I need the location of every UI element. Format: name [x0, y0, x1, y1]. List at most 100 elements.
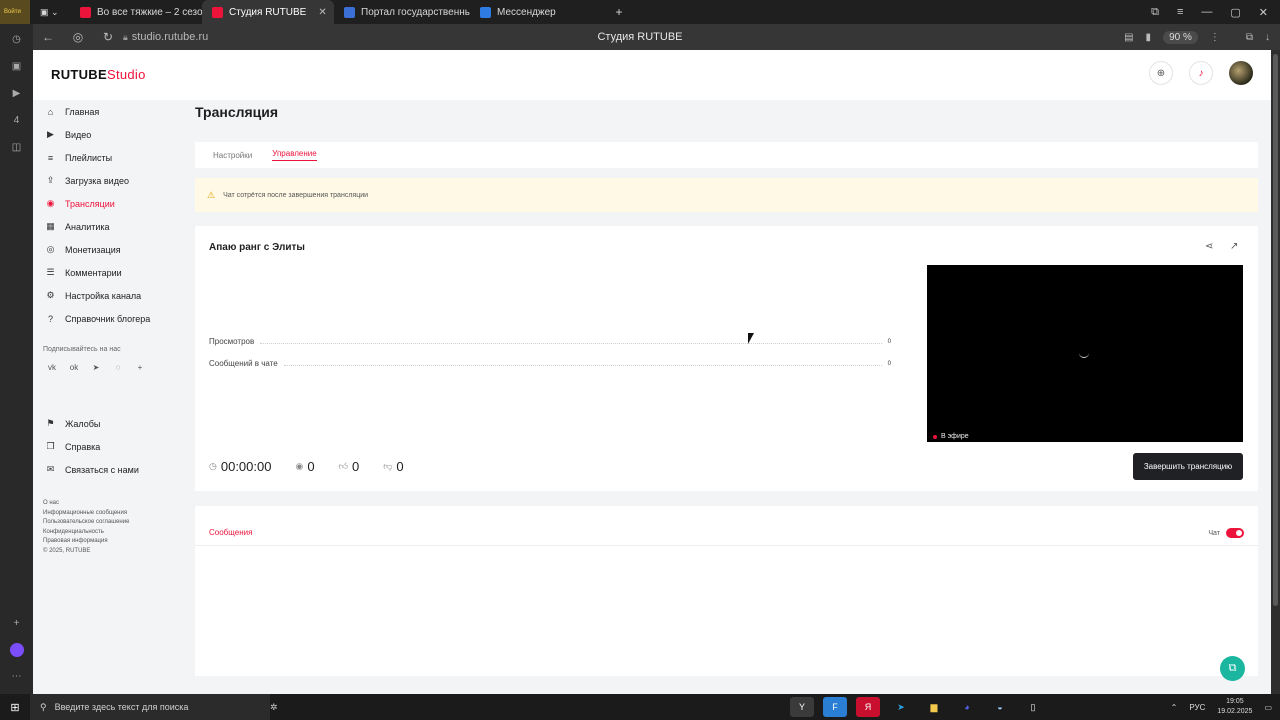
history-icon[interactable]: ◷: [0, 26, 33, 53]
sidebar-item-help[interactable]: ❒ Справка: [33, 435, 183, 458]
maximize-icon[interactable]: ▢: [1230, 6, 1240, 19]
rutube-studio-logo[interactable]: RUTUBEStudio: [51, 67, 146, 82]
yandex-browser-icon[interactable]: Y: [790, 697, 814, 717]
minimize-icon[interactable]: —: [1201, 6, 1212, 19]
sidebar-item-contact[interactable]: ✉ Связаться с нами: [33, 458, 183, 481]
back-icon[interactable]: ←: [33, 30, 63, 44]
close-tab-icon[interactable]: ✕: [318, 7, 326, 18]
footer-link-about[interactable]: О нас: [43, 499, 183, 509]
tab-gosuslugi[interactable]: Портал государственных: [334, 0, 470, 24]
gosuslugi-favicon-icon: [344, 6, 355, 18]
video-icon: ▶: [47, 129, 54, 139]
downloads-icon[interactable]: ↓: [1265, 32, 1270, 43]
reload-icon[interactable]: ↻: [93, 30, 123, 44]
page-title: Трансляция: [195, 104, 279, 120]
extensions-icon[interactable]: ⧉: [1246, 32, 1253, 43]
analytics-icon: ▦: [46, 221, 55, 231]
tab-management[interactable]: Управление: [272, 149, 317, 161]
alice-icon[interactable]: [9, 643, 24, 657]
bookmarks-icon[interactable]: ⧉: [1151, 6, 1159, 19]
sidebar-item-video[interactable]: ▶ Видео: [33, 123, 183, 146]
tab-settings[interactable]: Настройки: [213, 151, 252, 160]
start-button[interactable]: ⊞: [0, 701, 30, 714]
page-scrollbar[interactable]: [1271, 50, 1280, 694]
chat-switch[interactable]: [1226, 528, 1244, 538]
open-external-icon[interactable]: ↗: [1230, 241, 1238, 252]
lang-indicator[interactable]: РУС: [1189, 703, 1205, 712]
sidebar-item-home[interactable]: ⌂ Главная: [33, 100, 183, 123]
menu-icon[interactable]: ≡: [1177, 6, 1183, 19]
browser-side-rail: ◷ ▣ ▶ 4 ◫ + ⋯: [0, 24, 33, 694]
sidebar-item-analytics[interactable]: ▦ Аналитика: [33, 215, 183, 238]
sidebar-item-upload[interactable]: ⇪ Загрузка видео: [33, 169, 183, 192]
rail-more-icon[interactable]: ⋯: [0, 663, 33, 690]
follow-us-label: Подписывайтесь на нас: [43, 346, 121, 353]
notepad-icon[interactable]: ▯: [1021, 697, 1045, 717]
add-panel-icon[interactable]: +: [0, 610, 33, 637]
faceit-icon[interactable]: F: [823, 697, 847, 717]
four-icon[interactable]: 4: [0, 107, 33, 134]
sidebar-item-blogger-guide[interactable]: ? Справочник блогера: [33, 307, 183, 330]
footer-link-privacy[interactable]: Конфиденциальность: [43, 528, 183, 538]
telegram-app-icon[interactable]: ➤: [889, 697, 913, 717]
more-icon[interactable]: ⋮: [1210, 32, 1220, 43]
footer-link-legal[interactable]: Правовая информация: [43, 537, 183, 547]
support-chat-button[interactable]: ⧉: [1220, 656, 1245, 681]
sidebar-item-complaints[interactable]: ⚑ Жалобы: [33, 412, 183, 435]
tray-arrow-icon[interactable]: ⌃: [1171, 703, 1178, 712]
vk-icon[interactable]: vk: [47, 363, 57, 372]
lock-icon: 🔒︎: [123, 31, 128, 42]
sidebar-item-playlists[interactable]: ≡ Плейлисты: [33, 146, 183, 169]
plus-icon[interactable]: +: [135, 363, 145, 372]
footer-link-info[interactable]: Информационные сообщения: [43, 509, 183, 519]
new-tab-button[interactable]: +: [606, 0, 632, 24]
zoom-indicator[interactable]: 90 %: [1163, 30, 1198, 44]
like-icon: 👍︎: [338, 461, 348, 471]
avatar[interactable]: [1229, 61, 1253, 85]
collections-icon[interactable]: ▣: [0, 53, 33, 80]
gear-icon: ⚙: [46, 290, 55, 300]
share-icon[interactable]: ⋖: [1205, 241, 1213, 252]
notification-bell-icon[interactable]: ♪: [1189, 61, 1213, 85]
studio-header: RUTUBEStudio ⊕ ♪: [33, 50, 1271, 100]
tab-breaking-bad[interactable]: Во все тяжкие – 2 сезон: [70, 0, 202, 24]
screenshot-icon[interactable]: ◫: [0, 134, 33, 161]
taskbar-search[interactable]: ⚲ Введите здесь текст для поиска: [30, 694, 270, 720]
stream-tabs: Настройки Управление: [195, 142, 1258, 168]
stream-title: Апаю ранг с Элиты: [209, 242, 305, 253]
steam-icon[interactable]: ◒: [988, 697, 1012, 717]
discord-icon[interactable]: ◕: [955, 697, 979, 717]
bookmark-icon[interactable]: ▮: [1146, 32, 1152, 43]
flag-icon: ⚑: [46, 418, 55, 428]
login-badge[interactable]: Войти: [0, 0, 30, 24]
reader-icon[interactable]: ▤: [1124, 32, 1133, 43]
help-icon: ?: [47, 313, 53, 324]
play-icon[interactable]: ▶: [0, 80, 33, 107]
sidebar-item-channel-settings[interactable]: ⚙ Настройка канала: [33, 284, 183, 307]
footer-link-agreement[interactable]: Пользовательское соглашение: [43, 518, 183, 528]
protect-icon[interactable]: ◎: [63, 30, 93, 44]
chat-toggle[interactable]: Чат: [1208, 528, 1244, 538]
tab-menu-icon[interactable]: ▣ ⌄: [30, 0, 70, 24]
clock[interactable]: 19:05 19.02.2025: [1217, 697, 1252, 717]
ok-icon[interactable]: ok: [69, 363, 79, 372]
add-content-icon[interactable]: ⊕: [1149, 61, 1173, 85]
copyright: © 2025, RUTUBE: [43, 547, 91, 554]
notifications-icon[interactable]: ▭: [1264, 703, 1272, 712]
url-field[interactable]: studio.rutube.ru: [132, 31, 208, 43]
sidebar-item-comments[interactable]: ☰ Комментарии: [33, 261, 183, 284]
telegram-icon[interactable]: ➤: [91, 363, 101, 372]
tab-messages[interactable]: Сообщения: [209, 528, 252, 537]
video-player[interactable]: В эфире: [927, 265, 1243, 442]
sidebar-item-broadcasts[interactable]: ◉ Трансляции: [33, 192, 183, 215]
sidebar-item-monetization[interactable]: ◎ Монетизация: [33, 238, 183, 261]
tab-rutube-studio[interactable]: Студия RUTUBE ✕: [202, 0, 334, 24]
widgets-icon[interactable]: ✲: [270, 702, 278, 713]
end-stream-button[interactable]: Завершить трансляцию: [1133, 453, 1243, 480]
viber-icon[interactable]: ◌: [113, 363, 123, 372]
file-explorer-icon[interactable]: ▆: [922, 697, 946, 717]
tab-messenger[interactable]: Мессенджер: [470, 0, 606, 24]
close-window-icon[interactable]: ✕: [1259, 6, 1268, 19]
warning-text: Чат сотрётся после завершения трансляции: [223, 191, 369, 199]
red-app-icon[interactable]: Я: [856, 697, 880, 717]
